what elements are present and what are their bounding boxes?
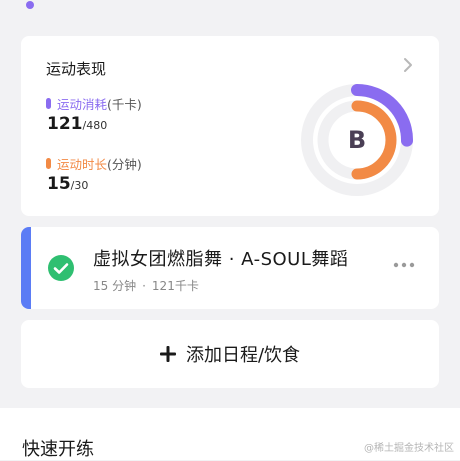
quick-start-section: 快速开练 @稀土掘金技术社区: [0, 408, 460, 460]
watermark: @稀土掘金技术社区: [364, 443, 454, 454]
add-schedule-diet-button[interactable]: 添加日程/饮食: [159, 341, 301, 367]
activity-card[interactable]: 虚拟女团燃脂舞 · A-SOUL舞蹈 15 分钟 · 121千卡: [21, 227, 439, 309]
calories-target: /480: [82, 119, 108, 132]
status-dot: [26, 1, 34, 9]
duration-label: 运动时长 (分钟): [46, 154, 142, 173]
activity-meta: 15 分钟 · 121千卡: [93, 277, 199, 294]
chevron-right-icon[interactable]: [401, 56, 415, 74]
duration-label-text: 运动时长: [57, 157, 108, 172]
duration-current: 15: [47, 174, 71, 194]
calories-current: 121: [47, 114, 83, 134]
activity-duration: 15 分钟: [93, 279, 137, 293]
performance-card[interactable]: 运动表现 运动消耗 (千卡) 121/480 运动时长 (分钟) 15/30 B: [21, 36, 439, 216]
duration-unit: (分钟): [107, 157, 142, 172]
activity-meta-separator: ·: [142, 279, 146, 293]
add-schedule-diet-label: 添加日程/饮食: [185, 345, 301, 366]
quick-start-title: 快速开练: [22, 439, 94, 460]
more-options-icon[interactable]: [393, 261, 415, 269]
calories-unit: (千卡): [107, 97, 142, 112]
check-circle-icon: [48, 255, 74, 281]
activity-calories: 121千卡: [151, 279, 199, 293]
performance-grade: B: [348, 126, 366, 154]
plus-icon: [159, 346, 176, 362]
calories-value: 121/480: [47, 114, 107, 134]
duration-color-bar: [46, 158, 51, 169]
duration-target: /30: [70, 179, 89, 192]
activity-title: 虚拟女团燃脂舞 · A-SOUL舞蹈: [93, 249, 349, 270]
activity-accent-strip: [21, 227, 31, 309]
calories-label-text: 运动消耗: [57, 97, 108, 112]
add-entry-card: 添加日程/饮食: [21, 320, 439, 388]
duration-value: 15/30: [47, 174, 88, 194]
performance-title: 运动表现: [46, 60, 107, 78]
calories-label: 运动消耗 (千卡): [46, 94, 142, 113]
performance-ring: B: [301, 84, 413, 196]
calories-color-bar: [46, 98, 51, 109]
